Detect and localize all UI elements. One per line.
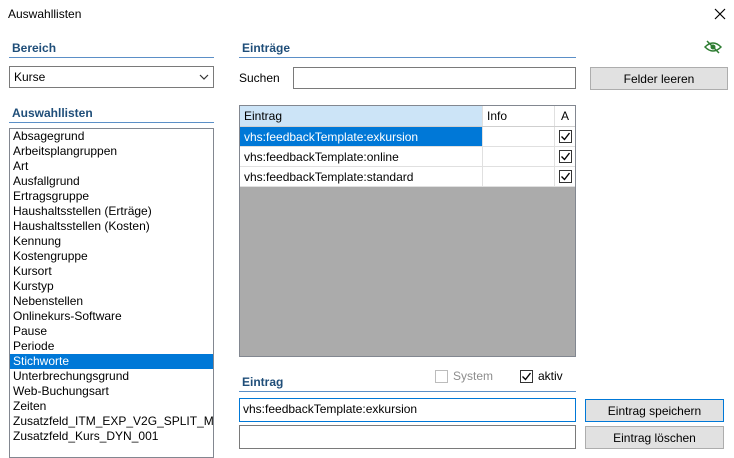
cell-info — [483, 167, 555, 186]
aktiv-cell-checkbox[interactable] — [558, 150, 572, 163]
cell-aktiv[interactable] — [555, 147, 575, 166]
cell-eintrag: vhs:feedbackTemplate:exkursion — [240, 127, 483, 146]
list-item[interactable]: Absagegrund — [10, 129, 213, 144]
list-item[interactable]: Haushaltsstellen (Erträge) — [10, 204, 213, 219]
list-item[interactable]: Nebenstellen — [10, 294, 213, 309]
check-icon — [560, 132, 570, 141]
bereich-divider — [9, 57, 214, 58]
eintraege-divider — [239, 57, 576, 58]
delete-entry-button[interactable]: Eintrag löschen — [585, 426, 724, 449]
aktiv-label: aktiv — [538, 369, 563, 383]
cell-aktiv[interactable] — [555, 127, 575, 146]
window-title: Auswahllisten — [8, 7, 82, 21]
auswahllisten-list[interactable]: Absagegrund Arbeitsplangruppen Art Ausfallg… — [9, 128, 214, 458]
cell-eintrag: vhs:feedbackTemplate:standard — [240, 167, 483, 186]
cell-info — [483, 147, 555, 166]
table-row[interactable]: vhs:feedbackTemplate:standard — [240, 167, 575, 187]
list-item[interactable]: Kostengruppe — [10, 249, 213, 264]
search-input[interactable] — [293, 67, 576, 89]
list-item[interactable]: Zeiten — [10, 399, 213, 414]
list-item[interactable]: Periode — [10, 339, 213, 354]
auswahllisten-header: Auswahllisten — [12, 106, 93, 120]
search-label: Suchen — [239, 71, 280, 85]
check-icon — [560, 152, 570, 161]
close-icon[interactable] — [708, 3, 732, 25]
title-bar — [0, 0, 734, 30]
cell-aktiv[interactable] — [555, 167, 575, 186]
aktiv-cell-checkbox[interactable] — [558, 170, 572, 183]
list-item[interactable]: Ausfallgrund — [10, 174, 213, 189]
bereich-select[interactable]: Kurse — [9, 66, 214, 88]
system-checkbox-group: System — [435, 369, 493, 383]
list-item[interactable]: Haushaltsstellen (Kosten) — [10, 219, 213, 234]
list-item[interactable]: Web-Buchungsart — [10, 384, 213, 399]
list-item[interactable]: Stichworte — [10, 354, 213, 369]
check-icon — [522, 372, 532, 381]
eye-slash-icon[interactable] — [703, 40, 723, 54]
clear-fields-button[interactable]: Felder leeren — [590, 67, 728, 90]
list-item[interactable]: Kennung — [10, 234, 213, 249]
aktiv-checkbox[interactable] — [520, 369, 533, 383]
list-item[interactable]: Kursort — [10, 264, 213, 279]
list-item[interactable]: Arbeitsplangruppen — [10, 144, 213, 159]
list-item[interactable]: Zusatzfeld_ITM_EXP_V2G_SPLIT_MODE — [10, 414, 213, 429]
system-checkbox[interactable] — [435, 369, 448, 383]
list-item[interactable]: Unterbrechungsgrund — [10, 369, 213, 384]
table-row[interactable]: vhs:feedbackTemplate:exkursion — [240, 127, 575, 147]
column-header-info[interactable]: Info — [483, 106, 555, 126]
system-label: System — [453, 369, 494, 383]
eintrag-header: Eintrag — [242, 375, 284, 389]
eintrag-divider — [239, 391, 576, 392]
eintrag-value-input[interactable]: vhs:feedbackTemplate:exkursion — [239, 398, 576, 422]
grid-header: Eintrag Info A — [240, 106, 575, 127]
list-item[interactable]: Art — [10, 159, 213, 174]
eintraege-header: Einträge — [242, 41, 291, 55]
column-header-eintrag[interactable]: Eintrag — [240, 106, 483, 126]
bereich-header: Bereich — [12, 41, 57, 55]
aktiv-cell-checkbox[interactable] — [558, 130, 572, 143]
column-header-aktiv[interactable]: A — [555, 106, 575, 126]
bereich-selected-value: Kurse — [14, 70, 46, 84]
cell-info — [483, 127, 555, 146]
entries-grid[interactable]: Eintrag Info A vhs:feedbackTemplate:exku… — [239, 105, 576, 357]
chevron-down-icon — [199, 71, 209, 85]
list-item[interactable]: Onlinekurs-Software — [10, 309, 213, 324]
cell-eintrag: vhs:feedbackTemplate:online — [240, 147, 483, 166]
auswahllisten-divider — [9, 122, 214, 123]
list-item[interactable]: Zusatzfeld_Kurs_DYN_001 — [10, 429, 213, 444]
save-entry-button[interactable]: Eintrag speichern — [585, 399, 724, 422]
list-item[interactable]: Pause — [10, 324, 213, 339]
table-row[interactable]: vhs:feedbackTemplate:online — [240, 147, 575, 167]
aktiv-checkbox-group: aktiv — [520, 369, 563, 383]
list-item[interactable]: Kurstyp — [10, 279, 213, 294]
check-icon — [560, 172, 570, 181]
list-item[interactable]: Ertragsgruppe — [10, 189, 213, 204]
eintrag-info-input[interactable] — [239, 425, 576, 449]
